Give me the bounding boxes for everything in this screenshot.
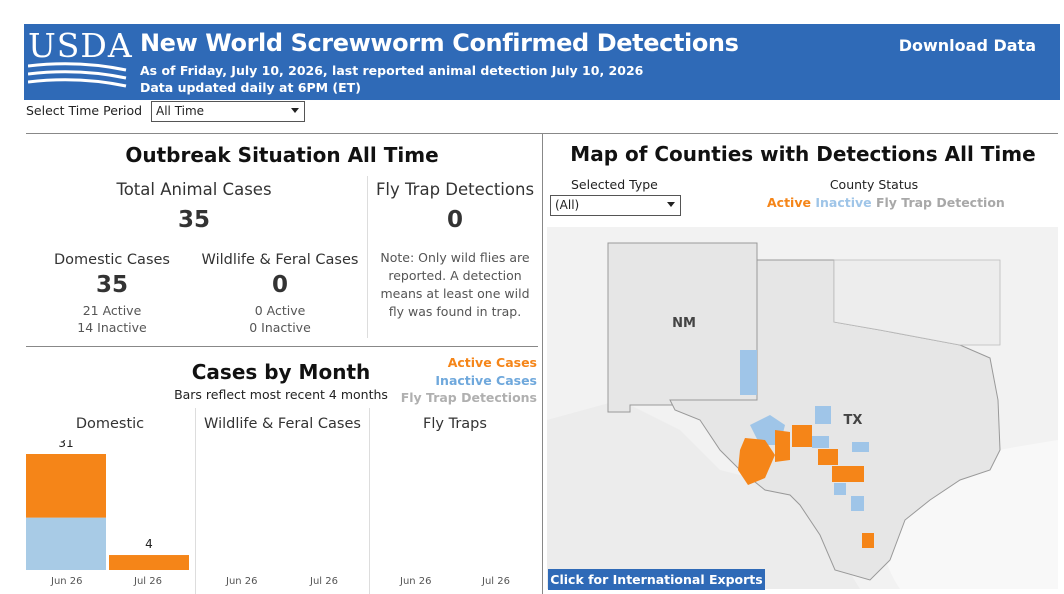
panel-divider-2 bbox=[369, 408, 370, 594]
panel-title-wildlife: Wildlife & Feral Cases bbox=[204, 416, 361, 432]
domestic-cases-label: Domestic Cases bbox=[54, 252, 170, 268]
flytrap-divider bbox=[367, 176, 368, 338]
middle-divider bbox=[26, 346, 538, 347]
label-nm: NM bbox=[672, 316, 696, 331]
time-period-label: Select Time Period bbox=[26, 103, 143, 118]
tick-wildlife-jul: Jul 26 bbox=[310, 576, 338, 587]
wildlife-inactive: 0 Inactive bbox=[249, 320, 311, 335]
county-inactive-5[interactable] bbox=[834, 483, 846, 495]
county-status-legend: Active Inactive Fly Trap Detection bbox=[767, 195, 1005, 210]
chevron-down-icon bbox=[667, 202, 675, 207]
selected-type-select[interactable]: (All) bbox=[550, 195, 681, 216]
county-map[interactable]: NM TX bbox=[547, 227, 1058, 589]
county-inactive-3[interactable] bbox=[812, 436, 829, 448]
cases-by-month-subtitle: Bars reflect most recent 4 months bbox=[174, 387, 388, 402]
bar-label-jun: 31 bbox=[58, 440, 73, 450]
panel-title-flytraps: Fly Traps bbox=[423, 416, 487, 432]
map-title: Map of Counties with Detections All Time bbox=[570, 142, 1036, 166]
header-banner: USDA New World Screwworm Confirmed Detec… bbox=[24, 24, 1060, 100]
county-inactive-4[interactable] bbox=[852, 442, 869, 452]
tick-flytraps-jun: Jun 26 bbox=[400, 576, 432, 587]
legend-flytrap: Fly Trap Detections bbox=[400, 390, 537, 405]
county-active-6[interactable] bbox=[850, 466, 864, 482]
county-nm-inactive[interactable] bbox=[740, 350, 757, 395]
wildlife-cases-value: 0 bbox=[271, 272, 288, 298]
domestic-bar-chart: 31 4 bbox=[26, 440, 189, 570]
county-active-3[interactable] bbox=[792, 425, 812, 447]
domestic-inactive: 14 Inactive bbox=[77, 320, 147, 335]
status-inactive: Inactive bbox=[815, 195, 872, 210]
label-tx: TX bbox=[844, 413, 863, 428]
selected-type-label: Selected Type bbox=[571, 177, 658, 192]
cases-by-month-title: Cases by Month bbox=[191, 360, 371, 384]
tick-flytraps-jul: Jul 26 bbox=[482, 576, 510, 587]
county-inactive-2[interactable] bbox=[815, 406, 831, 424]
county-active-5[interactable] bbox=[832, 466, 850, 482]
update-note: Data updated daily at 6PM (ET) bbox=[140, 80, 361, 95]
international-exports-button[interactable]: Click for International Exports bbox=[548, 569, 765, 590]
county-inactive-6[interactable] bbox=[851, 496, 864, 511]
legend-active: Active Cases bbox=[447, 355, 537, 370]
flytrap-note: Note: Only wild flies are reported. A de… bbox=[380, 250, 530, 319]
county-active-4[interactable] bbox=[818, 449, 838, 465]
county-active-2[interactable] bbox=[775, 430, 790, 462]
map-svg: NM TX bbox=[547, 227, 1058, 589]
usda-logo: USDA bbox=[28, 26, 132, 94]
domestic-cases-value: 35 bbox=[95, 272, 128, 298]
bar-label-jul: 4 bbox=[145, 537, 153, 551]
wildlife-cases-label: Wildlife & Feral Cases bbox=[201, 252, 359, 268]
bar-jul-active bbox=[109, 555, 189, 570]
logo-text: USDA bbox=[28, 26, 133, 65]
panel-title-domestic: Domestic bbox=[75, 416, 145, 432]
county-active-7[interactable] bbox=[862, 533, 874, 548]
main-vertical-divider bbox=[542, 133, 543, 594]
bar-jun-active bbox=[26, 454, 106, 518]
county-status-label: County Status bbox=[829, 177, 919, 192]
total-cases-label: Total Animal Cases bbox=[116, 180, 272, 199]
time-period-select[interactable]: All Time bbox=[151, 101, 305, 122]
status-flytrap: Fly Trap Detection bbox=[875, 195, 1005, 210]
time-period-value: All Time bbox=[156, 104, 205, 118]
outbreak-title: Outbreak Situation All Time bbox=[125, 143, 439, 167]
wildlife-active: 0 Active bbox=[254, 303, 306, 318]
tick-domestic-jun: Jun 26 bbox=[51, 576, 83, 587]
logo-swoosh-icon bbox=[28, 62, 127, 88]
flytrap-label: Fly Trap Detections bbox=[375, 180, 535, 199]
download-data-link[interactable]: Download Data bbox=[899, 36, 1036, 55]
tick-wildlife-jun: Jun 26 bbox=[226, 576, 258, 587]
chevron-down-icon bbox=[291, 108, 299, 113]
legend-inactive: Inactive Cases bbox=[435, 373, 537, 388]
selected-type-value: (All) bbox=[555, 198, 580, 212]
status-active: Active bbox=[767, 195, 811, 210]
page-title: New World Screwworm Confirmed Detections bbox=[140, 29, 739, 57]
flytrap-value: 0 bbox=[446, 207, 463, 233]
domestic-active: 21 Active bbox=[82, 303, 142, 318]
as-of-date: As of Friday, July 10, 2026, last report… bbox=[140, 63, 644, 78]
panel-divider-1 bbox=[195, 408, 196, 594]
total-cases-value: 35 bbox=[177, 207, 210, 233]
bar-jun-inactive bbox=[26, 517, 106, 570]
tick-domestic-jul: Jul 26 bbox=[134, 576, 162, 587]
